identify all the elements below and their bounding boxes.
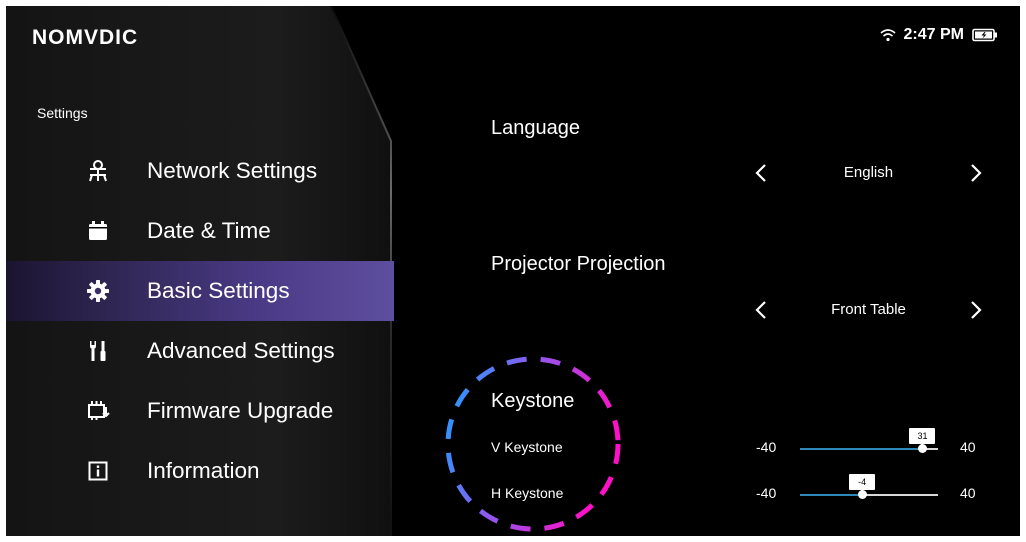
sidebar-item-firmware-upgrade[interactable]: Firmware Upgrade — [6, 381, 394, 441]
info-icon — [84, 457, 112, 485]
sidebar-item-basic-settings[interactable]: Basic Settings — [6, 261, 394, 321]
slider-thumb[interactable] — [917, 444, 927, 453]
sidebar-item-information[interactable]: Information — [6, 441, 394, 501]
slider-max-label: 40 — [960, 485, 976, 501]
network-icon — [84, 157, 112, 185]
slider-value-bubble: 31 — [909, 428, 936, 448]
sidebar-item-advanced-settings[interactable]: Advanced Settings — [6, 321, 394, 381]
slider-fill — [800, 494, 863, 496]
slider-value-bubble: -4 — [849, 474, 876, 494]
projector-settings-screen: NOMVDIC 2:47 PM Settings Network Setting… — [6, 6, 1020, 536]
slider-track[interactable]: -4 — [800, 474, 938, 499]
calendar-icon — [84, 217, 112, 245]
sidebar-item-network-settings[interactable]: Network Settings — [6, 141, 394, 201]
sidebar-item-date-time[interactable]: Date & Time — [6, 201, 394, 261]
slider-fill — [800, 448, 923, 450]
language-value: English — [843, 164, 894, 181]
projection-value: Front Table — [831, 301, 906, 318]
slider-track[interactable]: 31 — [800, 428, 938, 453]
wifi-icon — [880, 29, 896, 42]
chevron-right-icon[interactable] — [966, 296, 986, 324]
h-keystone-slider[interactable]: -40 -4 40 — [756, 474, 986, 503]
language-selector[interactable]: English — [751, 159, 986, 187]
projection-title: Projector Projection — [491, 253, 666, 275]
battery-charging-icon — [972, 28, 997, 42]
chevron-left-icon[interactable] — [751, 159, 771, 187]
sidebar-item-label: Date & Time — [147, 218, 271, 243]
chevron-left-icon[interactable] — [751, 296, 771, 324]
sidebar-item-label: Advanced Settings — [147, 338, 335, 363]
status-bar: 2:47 PM — [880, 26, 998, 44]
sidebar-item-label: Basic Settings — [147, 278, 290, 303]
tools-icon — [84, 337, 112, 365]
gear-icon — [84, 277, 112, 305]
keystone-title: Keystone — [491, 390, 575, 412]
chevron-right-icon[interactable] — [966, 159, 986, 187]
firmware-icon — [84, 397, 112, 425]
h-keystone-label: H Keystone — [491, 485, 564, 501]
slider-min-label: -40 — [756, 439, 777, 455]
v-keystone-slider[interactable]: -40 31 40 — [756, 428, 986, 457]
brand-logo: NOMVDIC — [32, 26, 139, 49]
slider-thumb[interactable] — [857, 490, 867, 499]
sidebar-title: Settings — [37, 105, 88, 121]
language-title: Language — [491, 117, 580, 139]
clock-time: 2:47 PM — [903, 26, 964, 43]
sidebar-item-label: Information — [147, 458, 260, 483]
slider-max-label: 40 — [960, 439, 976, 455]
projection-selector[interactable]: Front Table — [751, 296, 986, 324]
v-keystone-label: V Keystone — [491, 439, 563, 455]
sidebar-item-label: Firmware Upgrade — [147, 398, 334, 423]
sidebar-item-label: Network Settings — [147, 158, 318, 183]
settings-menu: Network Settings Date & Time Basic Setti… — [6, 141, 394, 501]
slider-min-label: -40 — [756, 485, 777, 501]
